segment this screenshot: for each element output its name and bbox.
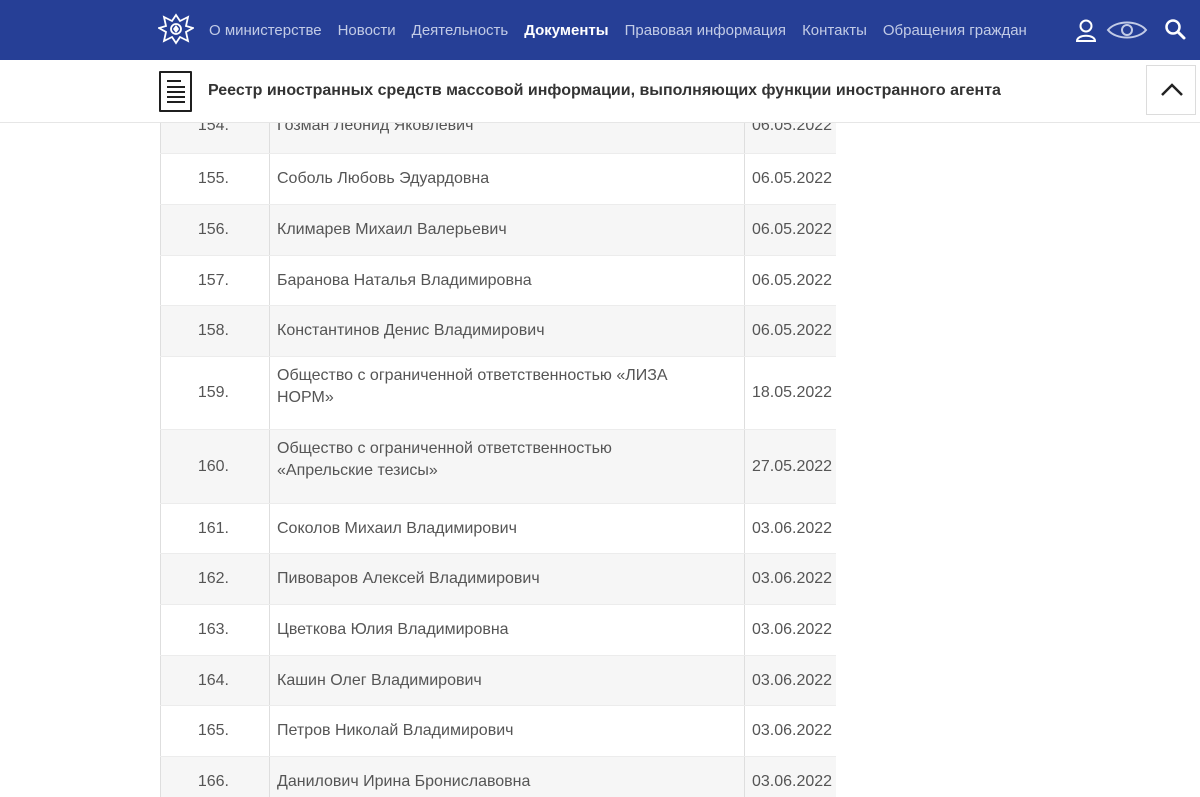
row-number: 154. xyxy=(160,123,270,153)
row-name: Константинов Денис Владимирович xyxy=(270,306,745,356)
row-number: 165. xyxy=(160,706,270,756)
row-number: 163. xyxy=(160,605,270,655)
row-number: 156. xyxy=(160,205,270,255)
nav-item-legal-info[interactable]: Правовая информация xyxy=(625,22,786,39)
row-number: 164. xyxy=(160,656,270,705)
row-date: 06.05.2022 xyxy=(752,123,833,134)
user-icon[interactable] xyxy=(1075,18,1097,42)
row-date: 03.06.2022 xyxy=(752,722,833,739)
row-date: 03.06.2022 xyxy=(752,671,833,689)
row-date: 03.06.2022 xyxy=(752,519,833,537)
nav-item-news[interactable]: Новости xyxy=(338,22,396,39)
row-date: 03.06.2022 xyxy=(752,621,833,638)
row-number: 158. xyxy=(160,306,270,356)
page-title: Реестр иностранных средств массовой инфо… xyxy=(208,82,1001,99)
row-date: 06.05.2022 xyxy=(752,170,833,187)
row-date: 27.05.2022 xyxy=(752,457,833,475)
row-number: 159. xyxy=(160,357,270,429)
row-name: Гозман Леонид Яковлевич xyxy=(270,123,745,153)
table-row: 165. Петров Николай Владимирович 03.06.2… xyxy=(160,706,836,757)
chevron-up-icon xyxy=(1161,83,1183,96)
row-number: 161. xyxy=(160,504,270,553)
row-name: Цветкова Юлия Владимировна xyxy=(270,605,745,655)
row-name: Данилович Ирина Брониславовна xyxy=(270,757,745,797)
row-number: 155. xyxy=(160,154,270,204)
table-row: 154. Гозман Леонид Яковлевич 06.05.2022 xyxy=(160,123,836,154)
table-row: 166. Данилович Ирина Брониславовна 03.06… xyxy=(160,757,836,797)
search-icon[interactable] xyxy=(1164,18,1186,40)
accessibility-eye-icon[interactable] xyxy=(1106,19,1148,41)
row-date: 03.06.2022 xyxy=(752,570,833,587)
nav-item-activity[interactable]: Деятельность xyxy=(412,22,509,39)
nav-item-about[interactable]: О министерстве xyxy=(209,22,322,39)
table-row: 158. Константинов Денис Владимирович 06.… xyxy=(160,306,836,357)
registry-table: 154. Гозман Леонид Яковлевич 06.05.2022 … xyxy=(160,123,836,797)
table-row: 155. Соболь Любовь Эдуардовна 06.05.2022 xyxy=(160,154,836,205)
document-icon xyxy=(159,71,192,112)
table-row: 159. Общество с ограниченной ответственн… xyxy=(160,357,836,430)
table-row: 161. Соколов Михаил Владимирович 03.06.2… xyxy=(160,504,836,554)
table-row: 160. Общество с ограниченной ответственн… xyxy=(160,430,836,504)
row-name: Климарев Михаил Валерьевич xyxy=(270,205,745,255)
collapse-button[interactable] xyxy=(1146,65,1196,115)
row-date: 06.05.2022 xyxy=(752,322,833,339)
row-name: Общество с ограниченной ответственностью… xyxy=(270,357,745,429)
row-name: Петров Николай Владимирович xyxy=(270,706,745,756)
row-number: 160. xyxy=(160,430,270,503)
row-number: 166. xyxy=(160,757,270,797)
table-row: 156. Климарев Михаил Валерьевич 06.05.20… xyxy=(160,205,836,256)
table-row: 157. Баранова Наталья Владимировна 06.05… xyxy=(160,256,836,306)
table-row: 164. Кашин Олег Владимирович 03.06.2022 xyxy=(160,656,836,706)
row-number: 162. xyxy=(160,554,270,604)
row-name: Общество с ограниченной ответственностью… xyxy=(270,430,745,503)
row-date: 03.06.2022 xyxy=(752,773,833,790)
ministry-emblem-logo[interactable] xyxy=(158,12,194,46)
row-name: Соболь Любовь Эдуардовна xyxy=(270,154,745,204)
document-title-bar: Реестр иностранных средств массовой инфо… xyxy=(0,60,1200,123)
row-name: Баранова Наталья Владимировна xyxy=(270,256,745,305)
nav-item-documents[interactable]: Документы xyxy=(524,22,608,39)
table-row: 162. Пивоваров Алексей Владимирович 03.0… xyxy=(160,554,836,605)
row-date: 06.05.2022 xyxy=(752,271,833,289)
top-navigation: О министерстве Новости Деятельность Доку… xyxy=(0,0,1200,60)
row-name: Кашин Олег Владимирович xyxy=(270,656,745,705)
row-date: 06.05.2022 xyxy=(752,221,833,238)
nav-item-contacts[interactable]: Контакты xyxy=(802,22,867,39)
row-name: Соколов Михаил Владимирович xyxy=(270,504,745,553)
main-menu: О министерстве Новости Деятельность Доку… xyxy=(209,0,1043,60)
row-number: 157. xyxy=(160,256,270,305)
row-date: 18.05.2022 xyxy=(752,384,833,401)
table-row: 163. Цветкова Юлия Владимировна 03.06.20… xyxy=(160,605,836,656)
row-name: Пивоваров Алексей Владимирович xyxy=(270,554,745,604)
nav-item-citizen-appeals[interactable]: Обращения граждан xyxy=(883,22,1027,39)
